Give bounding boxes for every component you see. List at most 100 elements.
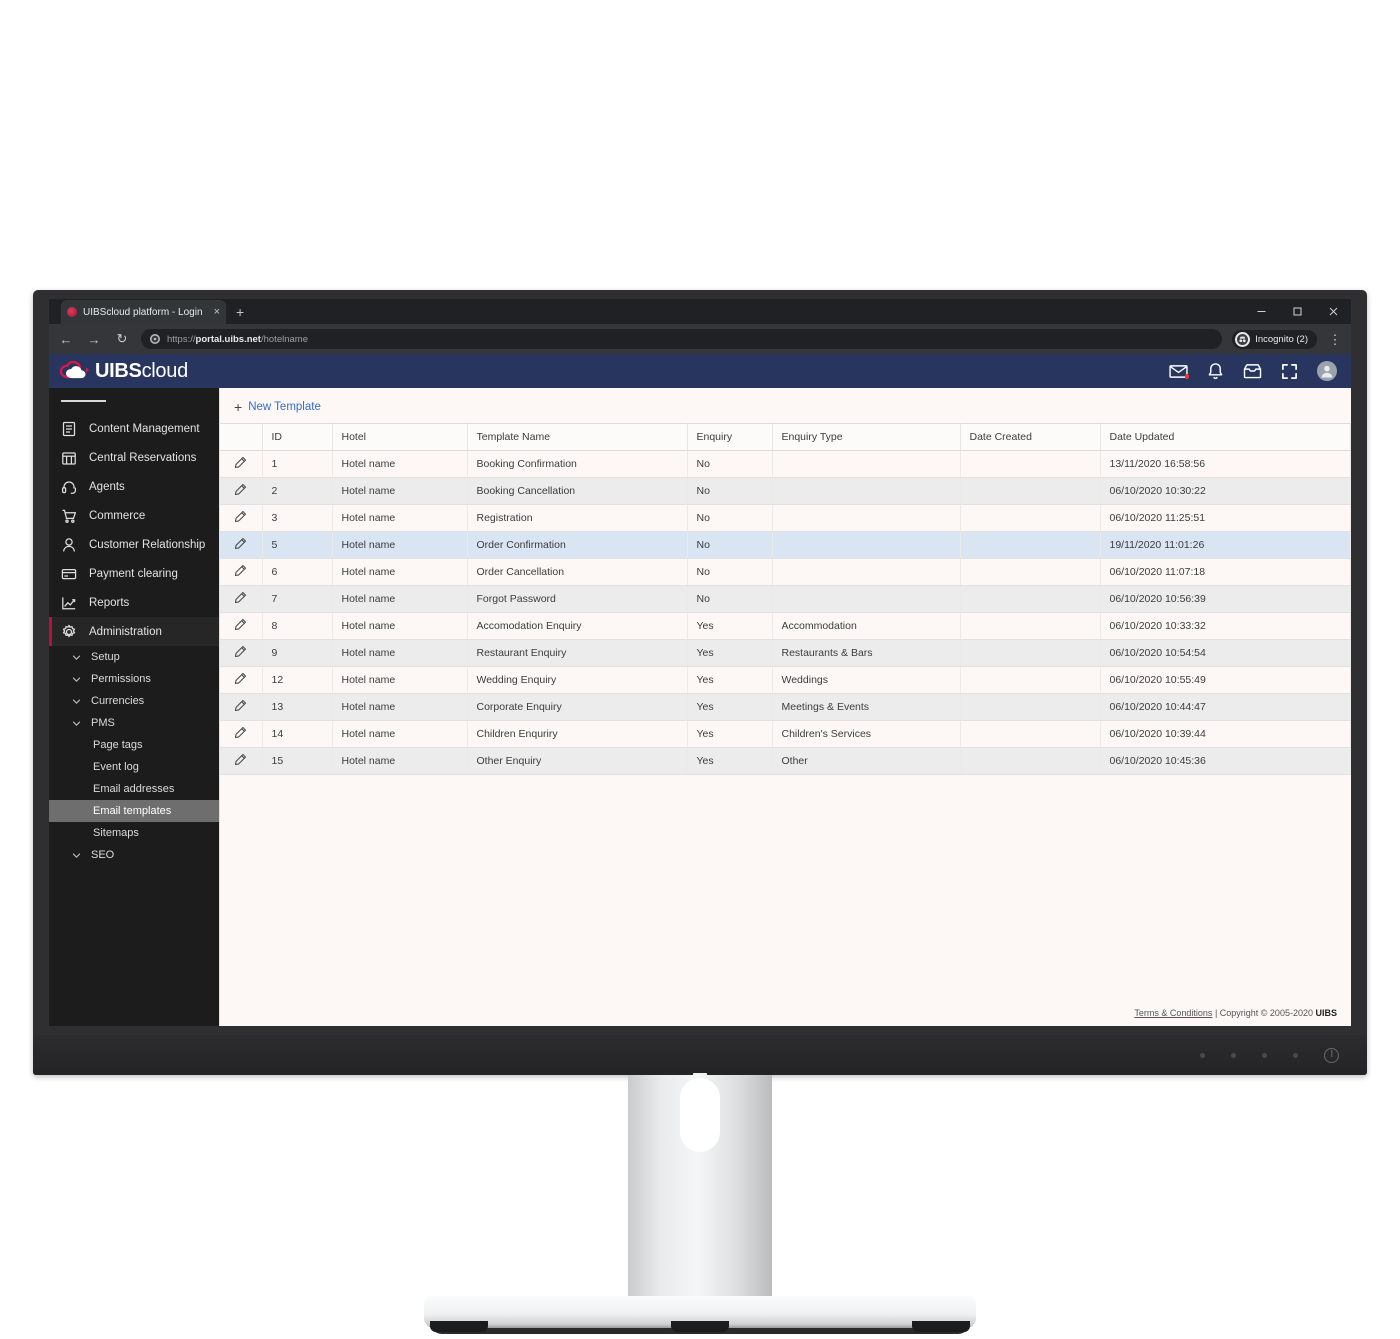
new-tab-button[interactable]: + [236,304,244,320]
table-row[interactable]: 13 Hotel name Corporate Enquiry Yes Meetings… [220,693,1351,721]
sidebar-subitem-event-log[interactable]: Event log [49,756,219,778]
cell-created [960,612,1101,640]
column-header[interactable]: Hotel [332,423,468,451]
forward-icon[interactable]: → [85,330,103,348]
table-row[interactable]: 9 Hotel name Restaurant Enquiry Yes Restaura… [220,639,1351,667]
column-header[interactable]: ID [262,423,333,451]
pencil-icon[interactable] [234,483,247,499]
table-row[interactable]: 6 Hotel name Order Cancellation No 06/10/202… [220,558,1351,586]
table-row[interactable]: 7 Hotel name Forgot Password No 06/10/2020 1… [220,585,1351,613]
mail-badge [1184,374,1189,379]
sidebar-subitem-email-templates[interactable]: Email templates [49,800,219,822]
table-row[interactable]: 12 Hotel name Wedding Enquiry Yes Weddings 06… [220,666,1351,694]
sidebar-item-customer-relationship[interactable]: Customer Relationship [49,530,219,559]
browser-tab[interactable]: UIBScloud platform - Login × [61,300,226,324]
address-bar[interactable]: https://portal.uibs.net/hotelname [141,329,1223,349]
cell-type: Restaurants & Bars [772,639,961,667]
minimize-icon[interactable] [1243,299,1279,324]
sidebar-subitem-pms[interactable]: PMS [49,712,219,734]
fullscreen-icon[interactable] [1281,363,1298,380]
cell-enquiry: No [687,558,773,586]
sidebar-subitem-sitemaps[interactable]: Sitemaps [49,822,219,844]
gear-icon [61,624,77,640]
table-row[interactable]: 15 Hotel name Other Enquiry Yes Other 06/10/2… [220,747,1351,775]
column-header[interactable]: Enquiry [687,423,773,451]
table-row[interactable]: 5 Hotel name Order Confirmation No 19/11/202… [220,531,1351,559]
hamburger-icon[interactable] [49,388,219,414]
sidebar-item-reports[interactable]: Reports [49,588,219,617]
column-header[interactable]: Enquiry Type [772,423,961,451]
base-foot [671,1321,729,1332]
cell-hotel: Hotel name [332,693,468,721]
osd-button[interactable] [1262,1052,1267,1058]
pencil-icon[interactable] [234,726,247,742]
cell-updated: 06/10/2020 10:54:54 [1100,639,1351,667]
osd-button[interactable] [1200,1052,1205,1058]
power-icon[interactable] [1324,1047,1339,1063]
cell-created [960,693,1101,721]
maximize-icon[interactable] [1279,299,1315,324]
cell-updated: 06/10/2020 10:44:47 [1100,693,1351,721]
column-header[interactable]: Template Name [467,423,688,451]
sidebar-subitem-label: Event log [93,761,139,773]
sidebar-subitem-email-addresses[interactable]: Email addresses [49,778,219,800]
bell-icon[interactable] [1207,362,1224,380]
column-header[interactable]: Date Updated [1100,423,1351,451]
table-row[interactable]: 1 Hotel name Booking Confirmation No 13/11/2… [220,450,1351,478]
column-header[interactable]: Date Created [960,423,1101,451]
sidebar-item-central-reservations[interactable]: Central Reservations [49,443,219,472]
sidebar-item-label: Customer Relationship [89,538,206,551]
mail-icon[interactable] [1169,364,1189,379]
pencil-icon[interactable] [234,672,247,688]
close-icon[interactable]: × [214,306,220,318]
cell-hotel: Hotel name [332,747,468,775]
incognito-label: Incognito (2) [1255,333,1308,345]
pencil-icon[interactable] [234,510,247,526]
sidebar-item-content-management[interactable]: Content Management [49,414,219,443]
sidebar-subitem-page-tags[interactable]: Page tags [49,734,219,756]
pencil-icon[interactable] [234,591,247,607]
close-icon[interactable] [1315,299,1351,324]
table-row[interactable]: 14 Hotel name Children Enquriry Yes Children… [220,720,1351,748]
pencil-icon[interactable] [234,645,247,661]
sidebar-item-agents[interactable]: Agents [49,472,219,501]
site-info-icon[interactable] [150,334,160,344]
sidebar-item-administration[interactable]: Administration [49,617,219,646]
pencil-icon[interactable] [234,537,247,553]
uibscloud-logo[interactable]: UIBScloud [59,360,188,383]
cell-type [772,585,961,613]
terms-link[interactable]: Terms & Conditions [1134,1008,1212,1018]
cell-enquiry: Yes [687,612,773,640]
sidebar-item-payment-clearing[interactable]: Payment clearing [49,559,219,588]
new-template-button[interactable]: + New Template [220,388,321,423]
sidebar-item-commerce[interactable]: Commerce [49,501,219,530]
incognito-profile-button[interactable]: Incognito (2) [1232,329,1317,349]
osd-button[interactable] [1231,1052,1236,1058]
cell-type [772,477,961,505]
pencil-icon[interactable] [234,699,247,715]
pencil-icon[interactable] [234,456,247,472]
sidebar-subitem-setup[interactable]: Setup [49,646,219,668]
table-row[interactable]: 2 Hotel name Booking Cancellation No 06/10/2… [220,477,1351,505]
table-row[interactable]: 8 Hotel name Accomodation Enquiry Yes Accomm… [220,612,1351,640]
email-templates-table: ID Hotel Template Name Enquiry Enquiry Type D… [220,423,1351,775]
chevron-down-icon [71,675,81,684]
sidebar-item-label: Administration [89,625,162,638]
avatar[interactable] [1317,361,1337,381]
osd-button[interactable] [1293,1052,1298,1058]
cell-template: Registration [467,504,688,532]
pencil-icon[interactable] [234,753,247,769]
column-header[interactable] [220,423,263,451]
cell-hotel: Hotel name [332,612,468,640]
pencil-icon[interactable] [234,564,247,580]
table-row[interactable]: 3 Hotel name Registration No 06/10/2020 11:2… [220,504,1351,532]
pencil-icon[interactable] [234,618,247,634]
sidebar-subitem-seo[interactable]: SEO [49,844,219,866]
sidebar-subitem-currencies[interactable]: Currencies [49,690,219,712]
footer-brand: UIBS [1315,1008,1337,1018]
browser-menu-icon[interactable]: ⋮ [1327,333,1343,346]
back-icon[interactable]: ← [57,330,75,348]
sidebar-subitem-permissions[interactable]: Permissions [49,668,219,690]
reload-icon[interactable]: ↻ [113,330,131,348]
inbox-icon[interactable] [1243,363,1262,379]
